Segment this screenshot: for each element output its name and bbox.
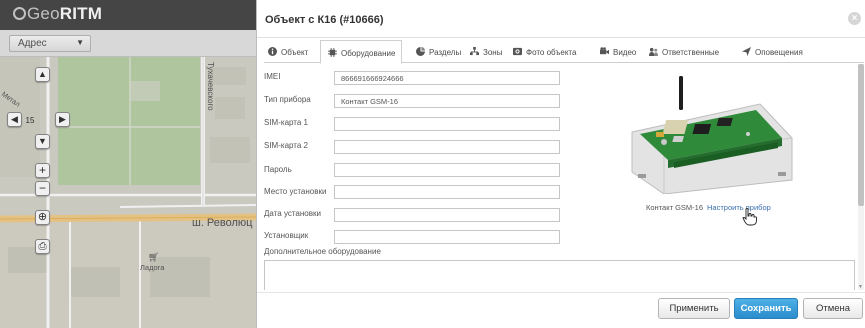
tab-sections[interactable]: Разделы <box>416 40 461 63</box>
sim2-label: SIM-карта 2 <box>264 141 308 150</box>
apply-button[interactable]: Применить <box>658 298 730 319</box>
install-date-field[interactable] <box>334 208 560 222</box>
video-icon <box>600 47 609 55</box>
device-type-label: Тип прибора <box>264 95 311 104</box>
imei-label: IMEI <box>264 72 281 81</box>
sim1-field[interactable] <box>334 117 560 131</box>
password-field[interactable] <box>334 163 560 177</box>
scroll-down-icon[interactable]: ▼ <box>858 284 863 290</box>
street-label-vertical: Тухачевского <box>206 62 215 111</box>
cancel-button[interactable]: Отмена <box>803 298 863 319</box>
device-model-text: Контакт GSM-16 <box>646 203 704 212</box>
pan-right-button[interactable]: ▶ <box>55 112 70 127</box>
dialog-title: Объект с К16 (#10666) <box>265 14 384 26</box>
tab-equipment[interactable]: Оборудование <box>320 40 403 64</box>
tab-photo[interactable]: Фото объекта <box>513 40 576 63</box>
send-icon <box>742 47 751 56</box>
pan-left-button[interactable]: ◀ <box>7 112 22 127</box>
shop-icon: 🛒︎ <box>148 252 160 262</box>
save-button[interactable]: Сохранить <box>734 298 798 319</box>
pie-icon <box>416 47 425 56</box>
tab-label: Зоны <box>483 48 503 57</box>
tab-zones[interactable]: Зоны <box>470 40 502 63</box>
street-label-main: ш. Революц <box>192 217 253 229</box>
logo-icon <box>13 7 26 20</box>
tab-notifications[interactable]: Оповещения <box>742 40 803 63</box>
sim2-field[interactable] <box>334 140 560 154</box>
tab-label: Ответственные <box>662 48 720 57</box>
pan-down-button[interactable]: ▼ <box>35 134 50 149</box>
logo-prefix: Geo <box>27 4 60 23</box>
camera-icon <box>513 47 522 56</box>
configure-device-link[interactable]: Настроить прибор <box>707 203 771 212</box>
zoom-out-button[interactable]: − <box>35 181 50 196</box>
install-place-field[interactable] <box>334 185 560 199</box>
device-image <box>631 76 793 194</box>
tab-object[interactable]: Объект <box>268 40 308 63</box>
tab-label: Фото объекта <box>526 48 577 57</box>
address-select[interactable]: Адрес ▼ <box>9 35 91 52</box>
password-label: Пароль <box>264 165 292 174</box>
users-icon <box>649 47 658 56</box>
map-view[interactable]: ▲ ◀ 15 ▶ ▼ + − ⊕ ⎙ Тухачевского Метал ш.… <box>0 57 256 328</box>
app-header: GeoRITM <box>0 0 256 30</box>
tab-label: Объект <box>281 48 309 57</box>
zones-icon <box>470 47 479 56</box>
address-toolbar: Адрес ▼ <box>0 30 256 57</box>
logo-suffix: RITM <box>59 4 103 23</box>
tab-label: Оборудование <box>341 49 396 58</box>
tab-video[interactable]: Видео <box>600 40 636 63</box>
divider <box>257 292 865 293</box>
logo: GeoRITM <box>13 4 102 24</box>
install-place-label: Место установки <box>264 187 327 196</box>
place-label: Ладога <box>140 263 165 272</box>
imei-field[interactable]: 866691666924666 <box>334 71 560 85</box>
zoom-level-text: 15 <box>25 116 35 125</box>
scrollbar[interactable]: ▼ <box>858 64 864 290</box>
device-type-field[interactable]: Контакт GSM-16 <box>334 94 560 108</box>
zoom-in-button[interactable]: + <box>35 163 50 178</box>
hand-cursor-icon <box>742 208 757 226</box>
extra-equipment-textarea[interactable] <box>264 260 855 290</box>
tab-label: Разделы <box>429 48 462 57</box>
tab-label: Оповещения <box>755 48 803 57</box>
address-select-value: Адрес <box>18 38 47 49</box>
install-date-label: Дата установки <box>264 209 321 218</box>
print-icon[interactable]: ⎙ <box>35 239 50 254</box>
tab-responsible[interactable]: Ответственные <box>649 40 719 63</box>
info-icon <box>268 47 277 56</box>
scroll-thumb[interactable] <box>858 64 864 206</box>
locate-icon[interactable]: ⊕ <box>35 210 50 225</box>
extra-equipment-label: Дополнительное оборудование <box>264 247 381 256</box>
object-dialog: Объект с К16 (#10666) × Объект Оборудова… <box>256 0 865 328</box>
chevron-down-icon: ▼ <box>76 38 84 47</box>
close-icon[interactable]: × <box>848 12 861 25</box>
tab-bar: Объект Оборудование Разделы Зоны Фото об… <box>264 40 864 64</box>
tab-label: Видео <box>613 48 637 57</box>
divider <box>257 37 865 38</box>
pan-up-button[interactable]: ▲ <box>35 67 50 82</box>
installer-field[interactable] <box>334 230 560 244</box>
equipment-form: IMEI 866691666924666 Тип прибора Контакт… <box>258 64 861 290</box>
installer-label: Установщик <box>264 231 309 240</box>
chip-icon <box>328 48 337 57</box>
sim1-label: SIM-карта 1 <box>264 118 308 127</box>
